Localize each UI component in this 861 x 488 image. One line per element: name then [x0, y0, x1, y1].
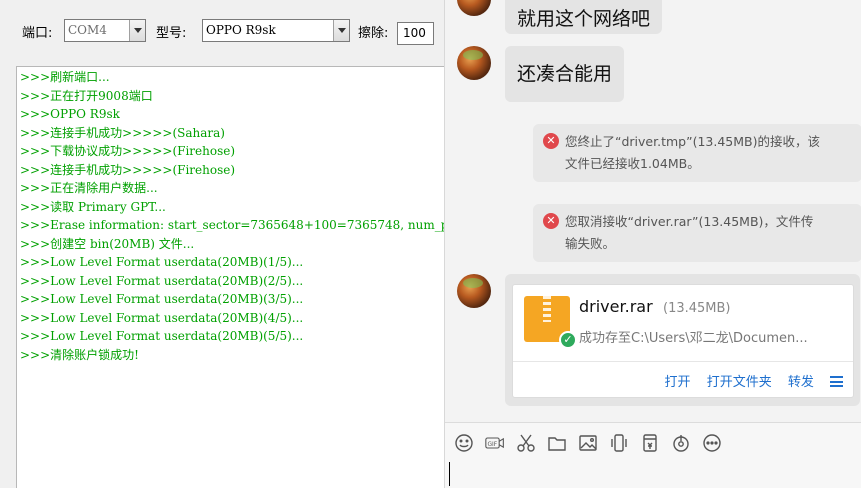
log-line: >>>Erase information: start_sector=73656…: [20, 218, 446, 232]
avatar[interactable]: [457, 0, 491, 16]
svg-text:GIF: GIF: [488, 442, 498, 448]
erase-input[interactable]: 100: [397, 22, 434, 45]
file-name: driver.rar: [579, 297, 653, 316]
system-message-line: 您终止了“driver.tmp”(13.45MB)的接收，该: [565, 134, 820, 149]
vibrate-icon[interactable]: [608, 432, 630, 454]
file-message[interactable]: ✓ driver.rar (13.45MB) 成功存至C:\Users\邓二龙\…: [505, 274, 860, 406]
error-icon: ✕: [543, 133, 559, 149]
file-card[interactable]: ✓ driver.rar (13.45MB) 成功存至C:\Users\邓二龙\…: [512, 284, 854, 398]
chevron-down-icon[interactable]: [333, 20, 349, 41]
system-message: ✕ 您取消接收“driver.rar”(13.45MB)，文件传 输失败。: [533, 204, 861, 262]
open-folder-link[interactable]: 打开文件夹: [707, 375, 772, 390]
chat-toolbar: GIF: [453, 432, 732, 454]
red-packet-icon[interactable]: [639, 432, 661, 454]
log-line: >>>读取 Primary GPT...: [20, 199, 166, 214]
log-line: >>>创建空 bin(20MB) 文件...: [20, 236, 195, 251]
system-message: ✕ 您终止了“driver.tmp”(13.45MB)的接收，该 文件已经接收1…: [533, 124, 861, 182]
model-select[interactable]: OPPO R9sk: [202, 19, 350, 42]
file-size: (13.45MB): [663, 301, 731, 316]
log-line: >>>Low Level Format userdata(20MB)(2/5).…: [20, 273, 304, 288]
error-icon: ✕: [543, 213, 559, 229]
model-label: 型号:: [156, 26, 187, 41]
erase-label: 擦除:: [358, 26, 389, 41]
chat-window: 就用这个网络吧 还凑合能用 ✕ 您终止了“driver.tmp”(13.45MB…: [444, 0, 861, 488]
gif-icon[interactable]: GIF: [484, 432, 506, 454]
port-select[interactable]: COM4: [64, 19, 146, 42]
folder-icon[interactable]: [546, 432, 568, 454]
message-bubble[interactable]: 还凑合能用: [505, 46, 625, 102]
log-line: >>>Low Level Format userdata(20MB)(4/5).…: [20, 310, 304, 325]
zip-file-icon: ✓: [524, 296, 577, 349]
more-icon[interactable]: [701, 432, 723, 454]
image-icon[interactable]: [577, 432, 599, 454]
port-value: COM4: [68, 23, 107, 37]
log-line: >>>Low Level Format userdata(20MB)(3/5).…: [20, 292, 304, 306]
message-text: 还凑合能用: [517, 63, 613, 85]
file-status: 成功存至C:\Users\邓二龙\Documen...: [579, 331, 808, 346]
log-line: >>>清除账户锁成功!: [20, 347, 139, 362]
system-message-line: 输失败。: [565, 236, 616, 251]
menu-icon[interactable]: [830, 376, 843, 387]
check-icon: ✓: [559, 331, 577, 349]
log-output[interactable]: >>>刷新端口... >>>正在打开9008端口 >>>OPPO R9sk >>>连接…: [16, 66, 446, 488]
message-input-area[interactable]: GIF: [445, 423, 861, 488]
text-caret: [449, 462, 450, 486]
system-message-line: 文件已经接收1.04MB。: [565, 156, 700, 171]
log-line: >>>OPPO R9sk: [20, 107, 120, 121]
model-value: OPPO R9sk: [206, 23, 276, 37]
log-line: >>>正在清除用户数据...: [20, 181, 158, 195]
avatar[interactable]: [457, 46, 491, 80]
log-lines: >>>刷新端口... >>>正在打开9008端口 >>>OPPO R9sk >>>连接…: [20, 68, 446, 364]
forward-link[interactable]: 转发: [788, 375, 814, 390]
log-line: >>>Low Level Format userdata(20MB)(1/5).…: [20, 255, 304, 269]
log-line: >>>Low Level Format userdata(20MB)(5/5).…: [20, 329, 304, 343]
file-actions: 打开 打开文件夹 转发: [653, 371, 843, 390]
open-link[interactable]: 打开: [665, 375, 691, 390]
chevron-down-icon[interactable]: [129, 20, 145, 41]
log-line: >>>下载协议成功>>>>>(Firehose): [20, 144, 236, 158]
scissors-icon[interactable]: [515, 432, 537, 454]
emoji-icon[interactable]: [453, 432, 475, 454]
erase-value: 100: [403, 26, 426, 40]
divider: [513, 361, 853, 362]
system-message-line: 您取消接收“driver.rar”(13.45MB)，文件传: [565, 214, 814, 229]
message-bubble[interactable]: 就用这个网络吧: [505, 0, 663, 34]
log-line: >>>刷新端口...: [20, 70, 110, 84]
voice-icon[interactable]: [670, 432, 692, 454]
log-line: >>>连接手机成功>>>>>(Firehose): [20, 162, 236, 177]
message-text: 就用这个网络吧: [517, 8, 651, 30]
log-line: >>>正在打开9008端口: [20, 88, 153, 103]
tool-toolbar: 端口: COM4 型号: OPPO R9sk 擦除: 100: [0, 0, 444, 62]
port-label: 端口:: [22, 26, 53, 41]
avatar[interactable]: [457, 274, 491, 308]
flash-tool-panel: 端口: COM4 型号: OPPO R9sk 擦除: 100 >>>刷新端口..…: [0, 0, 446, 488]
log-line: >>>连接手机成功>>>>>(Sahara): [20, 125, 225, 140]
